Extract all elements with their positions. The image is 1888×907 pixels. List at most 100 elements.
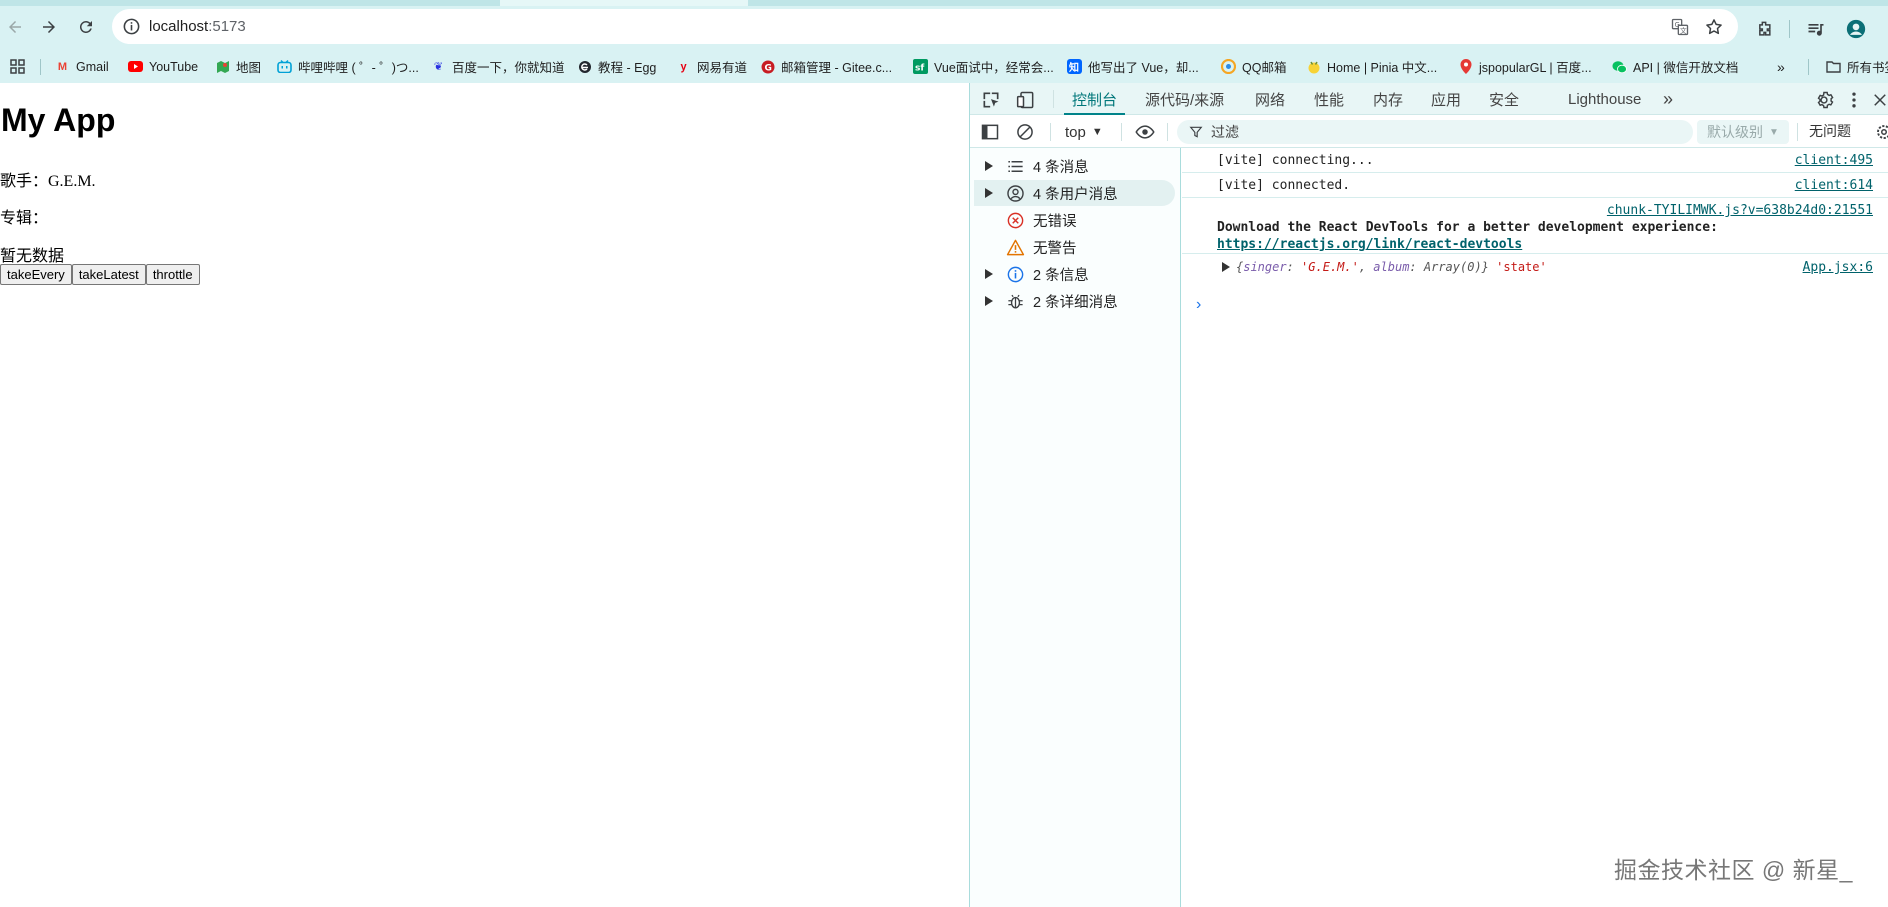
inspect-element-button[interactable] <box>980 89 1002 111</box>
toggle-sidebar-button[interactable] <box>980 122 1000 142</box>
apps-grid-icon <box>10 59 25 74</box>
bookmark-label: 邮箱管理 - Gitee.c... <box>781 61 893 75</box>
bookmark-star-icon[interactable] <box>1704 17 1724 37</box>
forward-button[interactable] <box>34 12 64 42</box>
levels-label: 默认级别 <box>1707 124 1763 140</box>
source-link[interactable]: client:614 <box>1795 178 1873 193</box>
console-filter-input[interactable]: 过滤 <box>1177 120 1693 144</box>
bookmark-maps[interactable]: 地图 <box>215 50 261 83</box>
devtools-menu-button[interactable] <box>1843 89 1865 111</box>
avatar-icon <box>1846 19 1866 39</box>
site-info-icon[interactable] <box>122 17 141 36</box>
bookmarks-overflow-button[interactable]: » <box>1777 50 1785 83</box>
action-buttons: takeEvery takeLatest throttle <box>0 264 200 285</box>
sidebar-item-user-messages[interactable]: 4 条用户消息 <box>974 180 1175 206</box>
bookmark-zhihu[interactable]: 知他写出了 Vue，却... <box>1067 50 1199 83</box>
log-levels-dropdown[interactable]: 默认级别 ▼ <box>1697 120 1789 144</box>
object-value: 'G.E.M.' <box>1301 260 1359 274</box>
url-text[interactable]: localhost:5173 <box>149 18 246 35</box>
source-link[interactable]: chunk-TYILIMWK.js?v=638b24d0:21551 <box>1607 203 1873 218</box>
bookmark-wechat-api[interactable]: API | 微信开放文档 <box>1612 50 1738 83</box>
devtools-settings-button[interactable] <box>1813 89 1835 111</box>
web-page: My App 歌手：G.E.M. 专辑： 暂无数据 takeEvery take… <box>0 83 969 907</box>
sidebar-item-verbose[interactable]: 2 条详细消息 <box>974 288 1175 314</box>
all-bookmarks-label: 所有书签 <box>1847 61 1888 75</box>
device-toolbar-button[interactable] <box>1015 89 1037 111</box>
tab-sources[interactable]: 源代码/来源 <box>1145 83 1224 115</box>
svg-text:sf: sf <box>915 64 924 74</box>
expand-triangle-icon[interactable] <box>981 188 997 198</box>
bookmark-jspopulargl[interactable]: jspopularGL | 百度... <box>1458 50 1592 83</box>
logged-object[interactable]: {singer: 'G.E.M.', album: Array(0)} 'sta… <box>1236 260 1547 274</box>
console-prompt-chevron-icon[interactable]: › <box>1196 296 1201 314</box>
live-expression-button[interactable] <box>1133 121 1157 143</box>
tab-memory[interactable]: 内存 <box>1373 83 1403 115</box>
bookmark-qqmail[interactable]: QQ邮箱 <box>1221 50 1286 83</box>
js-context-select[interactable]: top ▼ <box>1065 121 1103 143</box>
tab-lighthouse[interactable]: Lighthouse <box>1568 83 1641 115</box>
page-title: My App <box>1 102 116 138</box>
sidebar-item-errors[interactable]: 无错误 <box>974 207 1175 233</box>
source-link[interactable]: App.jsx:6 <box>1803 260 1873 275</box>
console-settings-button[interactable] <box>1875 122 1888 142</box>
dropdown-triangle-icon: ▼ <box>1091 126 1103 138</box>
reload-button[interactable] <box>71 12 101 42</box>
expand-triangle-icon[interactable] <box>1222 261 1230 276</box>
console-message: [vite] connected. client:614 <box>1182 173 1888 198</box>
tab-console[interactable]: 控制台 <box>1063 83 1126 115</box>
devtools-panel: 控制台 源代码/来源 网络 性能 内存 应用 安全 Lighthouse » t… <box>969 83 1888 907</box>
media-button[interactable] <box>1801 14 1831 44</box>
extensions-button[interactable] <box>1749 14 1779 44</box>
bookmark-gmail[interactable]: M Gmail <box>55 50 109 83</box>
take-every-button[interactable]: takeEvery <box>0 264 72 285</box>
bookmark-pinia[interactable]: Home | Pinia 中文... <box>1306 50 1437 83</box>
expand-triangle-icon[interactable] <box>981 161 997 171</box>
throttle-button[interactable]: throttle <box>145 264 200 285</box>
expand-triangle-icon[interactable] <box>981 269 997 279</box>
bookmark-segmentfault[interactable]: sf Vue面试中，经常会... <box>913 50 1054 83</box>
all-bookmarks-folder[interactable]: 所有书签 <box>1826 50 1888 83</box>
bookmark-bilibili[interactable]: 哔哩哔哩 ( ゜- ゜)つ... <box>277 50 419 83</box>
sidebar-item-messages[interactable]: 4 条消息 <box>974 153 1175 179</box>
youtube-icon <box>128 59 143 74</box>
source-link[interactable]: client:495 <box>1795 153 1873 168</box>
address-bar[interactable]: localhost:5173 G 文 <box>112 9 1738 44</box>
gitee-icon: G <box>760 59 775 74</box>
bookmark-label: 教程 - Egg <box>598 61 657 75</box>
sidebar-item-warnings[interactable]: 无警告 <box>974 234 1175 260</box>
bookmark-youdao[interactable]: y 网易有道 <box>676 50 747 83</box>
bookmark-label: 网易有道 <box>697 61 748 75</box>
svg-text:G: G <box>764 63 771 73</box>
bookmark-youtube[interactable]: YouTube <box>128 50 198 83</box>
close-devtools-button[interactable] <box>1871 89 1888 111</box>
arrow-right-icon <box>43 21 55 33</box>
apps-button[interactable] <box>10 50 25 83</box>
warning-icon <box>1003 237 1027 257</box>
react-devtools-link[interactable]: https://reactjs.org/link/react-devtools <box>1217 237 1522 252</box>
tab-security[interactable]: 安全 <box>1489 83 1519 115</box>
issues-counter[interactable]: 无问题 <box>1809 121 1851 141</box>
tab-application[interactable]: 应用 <box>1431 83 1461 115</box>
reload-icon <box>79 20 92 33</box>
clear-console-button[interactable] <box>1015 122 1035 142</box>
more-tabs-button[interactable]: » <box>1663 83 1673 115</box>
clear-icon <box>1017 124 1033 140</box>
sidebar-item-info[interactable]: 2 条信息 <box>974 261 1175 287</box>
tab-network[interactable]: 网络 <box>1255 83 1285 115</box>
bookmark-egg[interactable]: 教程 - Egg <box>577 50 656 83</box>
tab-performance[interactable]: 性能 <box>1314 83 1344 115</box>
translate-icon[interactable]: G 文 <box>1670 17 1690 37</box>
bookmark-baidu[interactable]: ❦ 百度一下，你就知道 <box>431 50 565 83</box>
bookmark-gitee[interactable]: G 邮箱管理 - Gitee.c... <box>760 50 892 83</box>
egg-icon <box>577 59 592 74</box>
take-latest-button[interactable]: takeLatest <box>71 264 146 285</box>
back-button[interactable] <box>0 12 30 42</box>
location-pin-icon <box>1458 59 1473 74</box>
sidebar-item-label: 2 条详细消息 <box>1033 294 1118 311</box>
youdao-icon: y <box>680 60 687 73</box>
folder-icon <box>1826 59 1841 74</box>
profile-button[interactable] <box>1841 14 1871 44</box>
expand-triangle-icon[interactable] <box>981 296 997 306</box>
singer-line: 歌手：G.E.M. <box>0 173 96 190</box>
console-toolbar: top ▼ 过滤 默认级别 ▼ 无问题 <box>970 116 1888 148</box>
